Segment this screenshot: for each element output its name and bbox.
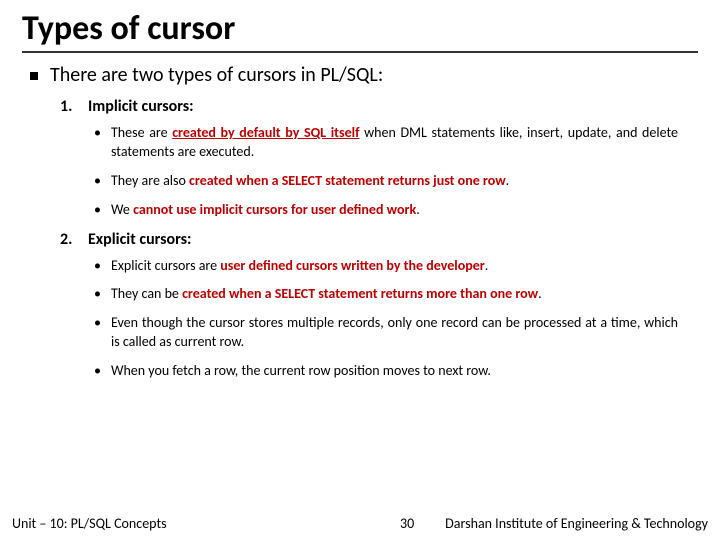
footer-bar: Unit – 10: PL/SQL Concepts 30 Darshan In…: [0, 506, 720, 540]
bullet-point: • Even though the cursor stores multiple …: [94, 314, 678, 352]
bullet-text: These are created by default by SQL itse…: [111, 124, 678, 162]
bullet-point: • They are also created when a SELECT sta…: [94, 172, 678, 191]
section-title: Implicit cursors:: [88, 97, 194, 116]
dot-bullet-icon: •: [94, 124, 101, 143]
emphasis-text: created when a SELECT statement returns …: [182, 285, 538, 302]
slide-content: Types of cursor There are two types of c…: [0, 0, 720, 381]
emphasis-text: user defined cursors written by the deve…: [220, 257, 485, 274]
section-heading: 2. Explicit cursors:: [60, 230, 698, 249]
bullet-text: They can be created when a SELECT statem…: [111, 285, 542, 304]
bullet-point: • Explicit cursors are user defined curso…: [94, 257, 678, 276]
section-heading: 1. Implicit cursors:: [60, 97, 698, 116]
intro-bullet: There are two types of cursors in PL/SQL…: [30, 63, 698, 87]
footer-page-number: 30: [385, 515, 429, 532]
bullet-text: They are also created when a SELECT stat…: [111, 172, 509, 191]
bullet-text: Even though the cursor stores multiple r…: [111, 314, 678, 352]
dot-bullet-icon: •: [94, 362, 101, 381]
footer-right: Darshan Institute of Engineering & Techn…: [429, 515, 720, 532]
section-number: 1.: [60, 97, 78, 116]
slide-title: Types of cursor: [22, 8, 698, 53]
bullet-text: When you fetch a row, the current row po…: [111, 362, 491, 381]
intro-text: There are two types of cursors in PL/SQL…: [50, 63, 383, 87]
dot-bullet-icon: •: [94, 285, 101, 304]
emphasis-text: created when a SELECT statement returns …: [189, 172, 506, 189]
footer-left: Unit – 10: PL/SQL Concepts: [0, 515, 167, 532]
square-bullet-icon: [30, 72, 38, 80]
dot-bullet-icon: •: [94, 257, 101, 276]
dot-bullet-icon: •: [94, 201, 101, 220]
bullet-point: • These are created by default by SQL its…: [94, 124, 678, 162]
section-number: 2.: [60, 230, 78, 249]
bullet-text: Explicit cursors are user defined cursor…: [111, 257, 488, 276]
bullet-text: We cannot use implicit cursors for user …: [111, 201, 420, 220]
emphasis-text: cannot use implicit cursors for user def…: [133, 201, 416, 218]
dot-bullet-icon: •: [94, 314, 101, 333]
dot-bullet-icon: •: [94, 172, 101, 191]
section-title: Explicit cursors:: [88, 230, 191, 249]
bullet-point: • They can be created when a SELECT state…: [94, 285, 678, 304]
bullet-point: • When you fetch a row, the current row p…: [94, 362, 678, 381]
emphasis-text: created by default by SQL itself: [172, 124, 359, 141]
bullet-point: • We cannot use implicit cursors for user…: [94, 201, 678, 220]
